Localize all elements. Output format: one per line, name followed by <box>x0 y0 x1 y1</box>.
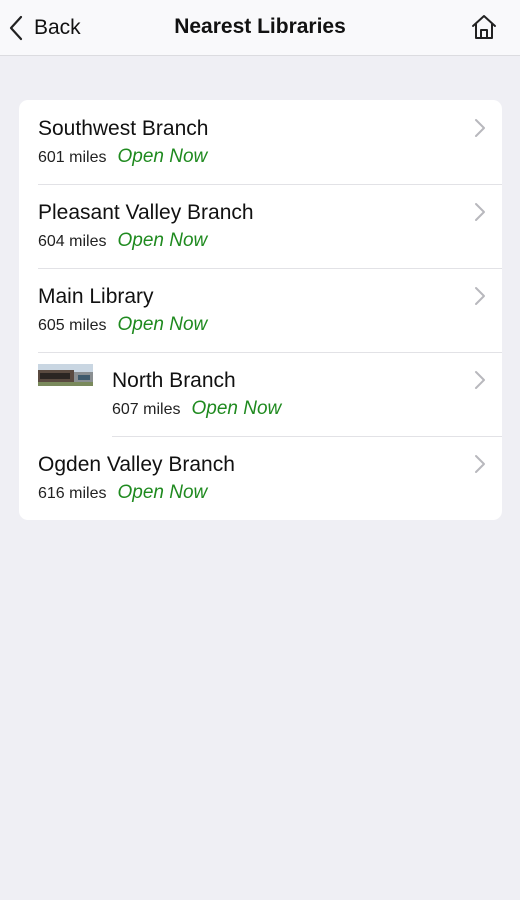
list-item-library[interactable]: Main Library 605 miles Open Now <box>19 268 502 352</box>
library-name: Pleasant Valley Branch <box>38 201 254 224</box>
chevron-right-icon <box>475 455 485 473</box>
status-badge: Open Now <box>191 398 282 419</box>
library-name: North Branch <box>112 369 236 392</box>
list-item-library[interactable]: Southwest Branch 601 miles Open Now <box>19 100 502 184</box>
status-badge: Open Now <box>117 314 208 335</box>
chevron-right-icon <box>475 119 485 137</box>
chevron-right-icon <box>475 203 485 221</box>
library-distance: 607 miles <box>112 401 181 418</box>
library-name: Ogden Valley Branch <box>38 453 235 476</box>
library-name: Main Library <box>38 285 154 308</box>
chevron-right-icon <box>475 371 485 389</box>
chevron-right-icon <box>475 287 485 305</box>
list-item-library[interactable]: North Branch 607 miles Open Now <box>19 352 502 436</box>
library-distance: 601 miles <box>38 149 107 166</box>
navigation-bar: Back Nearest Libraries <box>0 0 520 56</box>
library-distance: 616 miles <box>38 485 107 502</box>
page-title: Nearest Libraries <box>174 15 346 38</box>
library-name: Southwest Branch <box>38 117 209 140</box>
status-badge: Open Now <box>117 146 208 167</box>
library-distance: 605 miles <box>38 317 107 334</box>
library-list: Southwest Branch 601 miles Open Now Plea… <box>19 100 502 520</box>
home-button[interactable] <box>470 13 498 41</box>
list-item-library[interactable]: Ogden Valley Branch 616 miles Open Now <box>19 436 502 520</box>
status-badge: Open Now <box>117 230 208 251</box>
status-badge: Open Now <box>117 482 208 503</box>
home-icon <box>472 15 496 39</box>
list-item-library[interactable]: Pleasant Valley Branch 604 miles Open No… <box>19 184 502 268</box>
library-distance: 604 miles <box>38 233 107 250</box>
library-thumbnail <box>38 364 93 386</box>
